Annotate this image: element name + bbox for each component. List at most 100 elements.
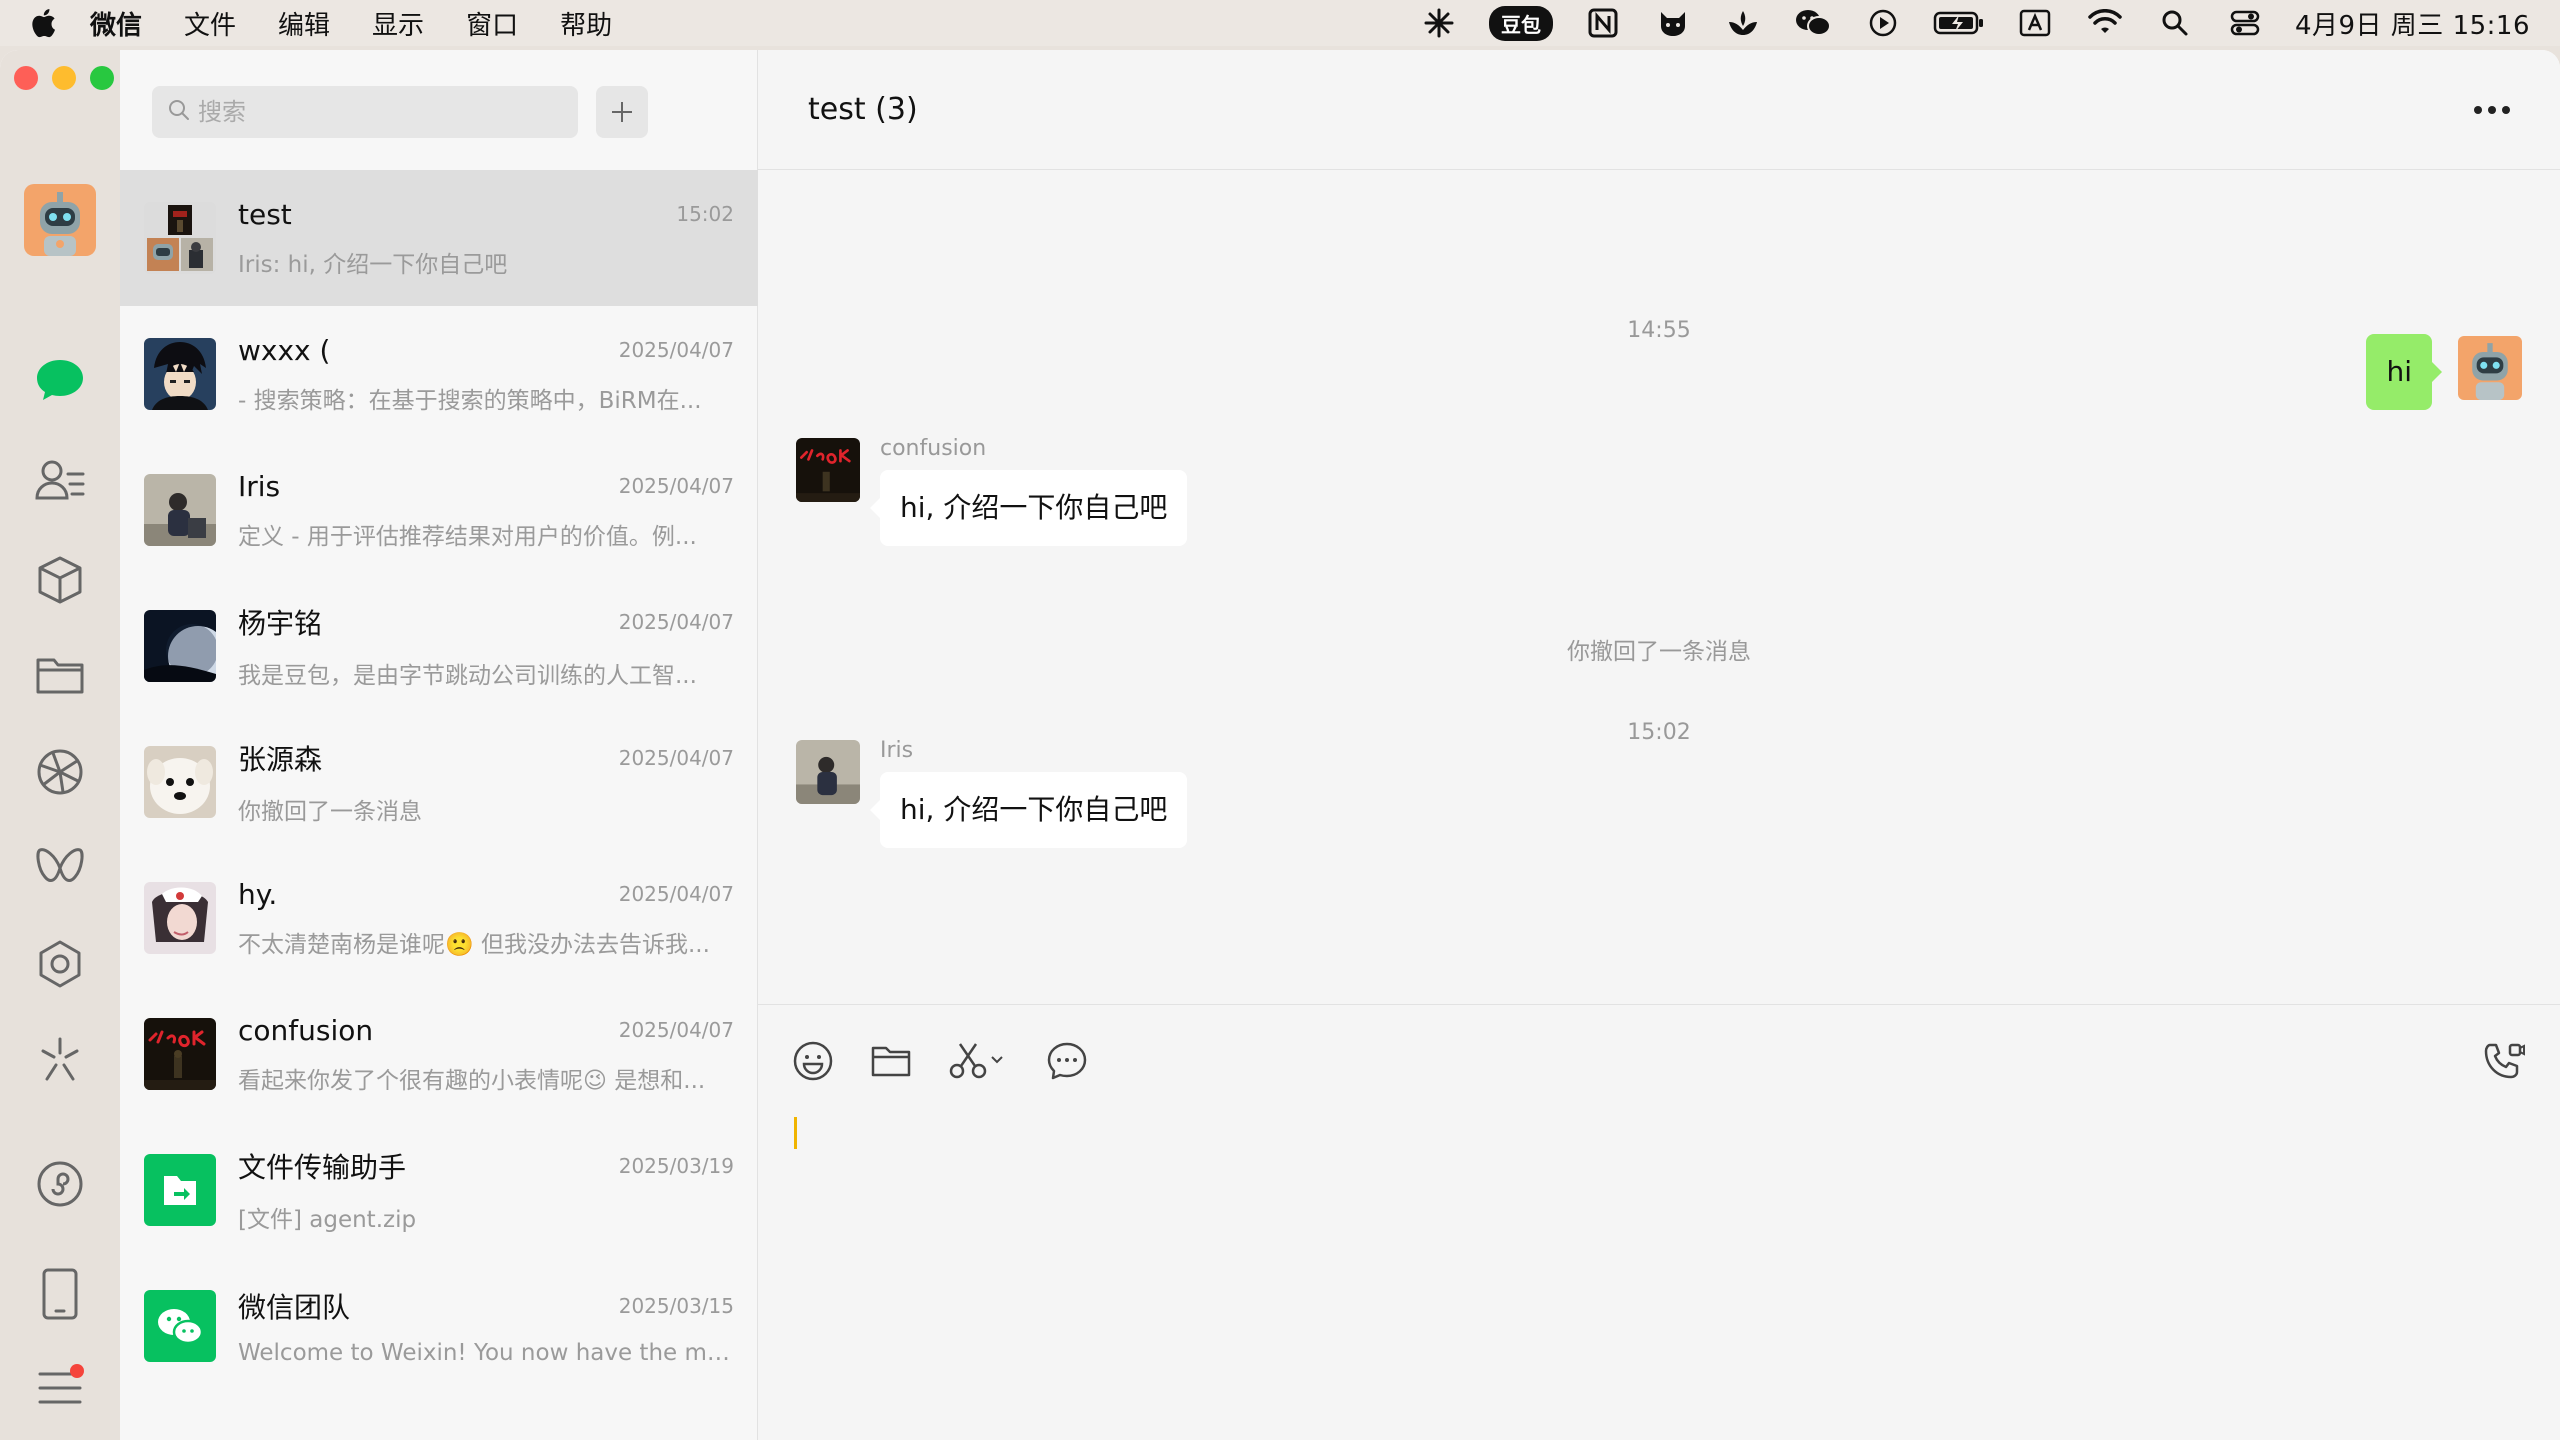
mini-programs-icon[interactable]	[30, 1030, 90, 1090]
mini-program-link-icon[interactable]	[30, 1154, 90, 1214]
chat-item-iris[interactable]: Iris 2025/04/07 定义 - 用于评估推荐结果对用户的价值。例...	[120, 442, 758, 578]
sender-avatar-iris[interactable]	[796, 740, 860, 804]
doubao-tray-icon[interactable]: 豆包	[1488, 5, 1553, 41]
window-controls	[14, 66, 114, 90]
wechat-tray-icon[interactable]	[1793, 5, 1833, 41]
dog-avatar	[144, 746, 216, 818]
spotlight-search-icon[interactable]	[2155, 5, 2195, 41]
timestamp-separator: 14:55	[1627, 318, 1691, 343]
chats-nav-icon[interactable]	[30, 350, 90, 410]
menu-edit[interactable]: 编辑	[278, 5, 330, 42]
search-box[interactable]	[152, 86, 578, 138]
chat-item-yang[interactable]: 杨宇铭 2025/04/07 我是豆包，是由字节跳动公司训练的人工智...	[120, 578, 758, 714]
chat-name: wxxx (	[238, 333, 331, 367]
control-center-icon[interactable]	[2225, 5, 2265, 41]
chat-history-icon[interactable]	[1046, 1039, 1088, 1083]
person-avatar	[144, 474, 216, 546]
search-row	[152, 86, 648, 138]
battery-icon[interactable]	[1933, 5, 1985, 41]
user-avatar[interactable]	[24, 184, 96, 256]
chat-time: 2025/03/15	[618, 1294, 734, 1318]
settings-menu-icon[interactable]	[30, 1358, 90, 1418]
anime-boy-avatar	[144, 338, 216, 410]
message-bubble[interactable]: hi, 介绍一下你自己吧	[869, 470, 1188, 546]
chat-preview: - 搜索策略：在基于搜索的策略中，BiRM在...	[238, 387, 702, 414]
chat-list: test 15:02 Iris: hi, 介绍一下你自己吧 wxxx ( 202…	[120, 170, 758, 1394]
chat-item-test[interactable]: test 15:02 Iris: hi, 介绍一下你自己吧	[120, 170, 758, 306]
chat-preview: Welcome to Weixin! You now have the mos.…	[238, 1340, 734, 1366]
folder-icon[interactable]	[870, 1039, 912, 1083]
folder-nav-icon[interactable]	[30, 644, 90, 704]
chat-preview: 你撤回了一条消息	[238, 799, 422, 825]
timestamp-separator: 15:02	[1627, 720, 1691, 745]
emoji-icon[interactable]	[792, 1039, 834, 1083]
conversation-list-panel: test 15:02 Iris: hi, 介绍一下你自己吧 wxxx ( 202…	[120, 50, 758, 1440]
chat-time: 2025/04/07	[618, 610, 734, 634]
menu-clock[interactable]: 4月9日 周三 15:16	[2295, 5, 2530, 42]
more-options-button[interactable]	[2474, 105, 2510, 114]
chat-item-wxxx[interactable]: wxxx ( 2025/04/07 - 搜索策略：在基于搜索的策略中，BiRM在…	[120, 306, 758, 442]
nav-rail	[0, 50, 120, 1440]
moments-aperture-icon[interactable]	[30, 742, 90, 802]
wechat-team-avatar	[144, 1290, 216, 1362]
chat-preview: [文件] agent.zip	[238, 1207, 417, 1233]
search-icon	[168, 99, 190, 125]
chat-name: test	[238, 197, 292, 231]
chat-time: 2025/04/07	[618, 1018, 734, 1042]
composer-toolbar	[792, 1039, 1088, 1083]
wifi-icon[interactable]	[2085, 5, 2125, 41]
cat-tray-icon[interactable]	[1653, 5, 1693, 41]
phone-device-icon[interactable]	[30, 1264, 90, 1324]
text-cursor[interactable]	[794, 1117, 797, 1149]
chat-preview: 不太清楚南杨是谁呢🙁 但我没办法去告诉我...	[238, 931, 710, 958]
asterisk-tray-icon[interactable]	[1419, 5, 1459, 41]
group-avatar	[144, 202, 216, 274]
apple-icon[interactable]	[30, 8, 76, 38]
favorites-box-icon[interactable]	[30, 550, 90, 610]
menu-window[interactable]: 窗口	[466, 5, 518, 42]
plant-tray-icon[interactable]	[1723, 5, 1763, 41]
chat-name: 文件传输助手	[238, 1151, 407, 1184]
chat-item-hy[interactable]: hy. 2025/04/07 不太清楚南杨是谁呢🙁 但我没办法去告诉我...	[120, 850, 758, 986]
channels-butterfly-icon[interactable]	[30, 838, 90, 898]
search-input[interactable]	[198, 98, 558, 126]
moon-avatar	[144, 610, 216, 682]
chat-item-file-transfer[interactable]: 文件传输助手 2025/03/19 [文件] agent.zip	[120, 1122, 758, 1258]
chat-item-wechat-team[interactable]: 微信团队 2025/03/15 Welcome to Weixin! You n…	[120, 1258, 758, 1394]
minimize-window-button[interactable]	[52, 66, 76, 90]
voice-video-call-icon[interactable]	[2482, 1041, 2526, 1087]
play-tray-icon[interactable]	[1863, 5, 1903, 41]
notion-tray-icon[interactable]	[1583, 5, 1623, 41]
add-button[interactable]	[596, 86, 648, 138]
composer	[758, 1004, 2560, 1440]
my-avatar[interactable]	[2458, 336, 2522, 400]
doubao-label: 豆包	[1488, 5, 1553, 41]
wechat-window: test 15:02 Iris: hi, 介绍一下你自己吧 wxxx ( 202…	[0, 50, 2560, 1440]
chat-preview: Iris: hi, 介绍一下你自己吧	[238, 251, 508, 278]
input-method-icon[interactable]	[2015, 5, 2055, 41]
menu-app-name[interactable]: 微信	[90, 5, 142, 42]
chat-time: 2025/04/07	[618, 474, 734, 498]
my-message-bubble[interactable]: hi	[2366, 334, 2442, 410]
contacts-nav-icon[interactable]	[30, 450, 90, 510]
chat-panel: test (3) 14:55 hi confusion hi, 介绍一下你自己吧…	[758, 50, 2560, 1440]
chat-time: 2025/04/07	[618, 746, 734, 770]
menu-help[interactable]: 帮助	[560, 5, 612, 42]
screenshot-scissors-icon[interactable]	[948, 1039, 1010, 1083]
chat-item-zhang[interactable]: 张源森 2025/04/07 你撤回了一条消息	[120, 714, 758, 850]
close-window-button[interactable]	[14, 66, 38, 90]
chat-name: hy.	[238, 877, 278, 911]
message-area: 14:55 hi confusion hi, 介绍一下你自己吧 你撤回了一条消息…	[758, 170, 2560, 1004]
girl-avatar	[144, 882, 216, 954]
message-bubble[interactable]: hi, 介绍一下你自己吧	[869, 772, 1188, 848]
sender-avatar-confusion[interactable]	[796, 438, 860, 502]
search-discover-icon[interactable]	[30, 934, 90, 994]
menu-view[interactable]: 显示	[372, 5, 424, 42]
maximize-window-button[interactable]	[90, 66, 114, 90]
chat-preview: 我是豆包，是由字节跳动公司训练的人工智...	[238, 663, 697, 689]
chat-item-confusion[interactable]: confusion 2025/04/07 看起来你发了个很有趣的小表情呢😉 是想…	[120, 986, 758, 1122]
menu-file[interactable]: 文件	[184, 5, 236, 42]
sender-name: Iris	[880, 738, 914, 763]
recall-notice: 你撤回了一条消息	[1567, 639, 1751, 665]
file-transfer-avatar	[144, 1154, 216, 1226]
